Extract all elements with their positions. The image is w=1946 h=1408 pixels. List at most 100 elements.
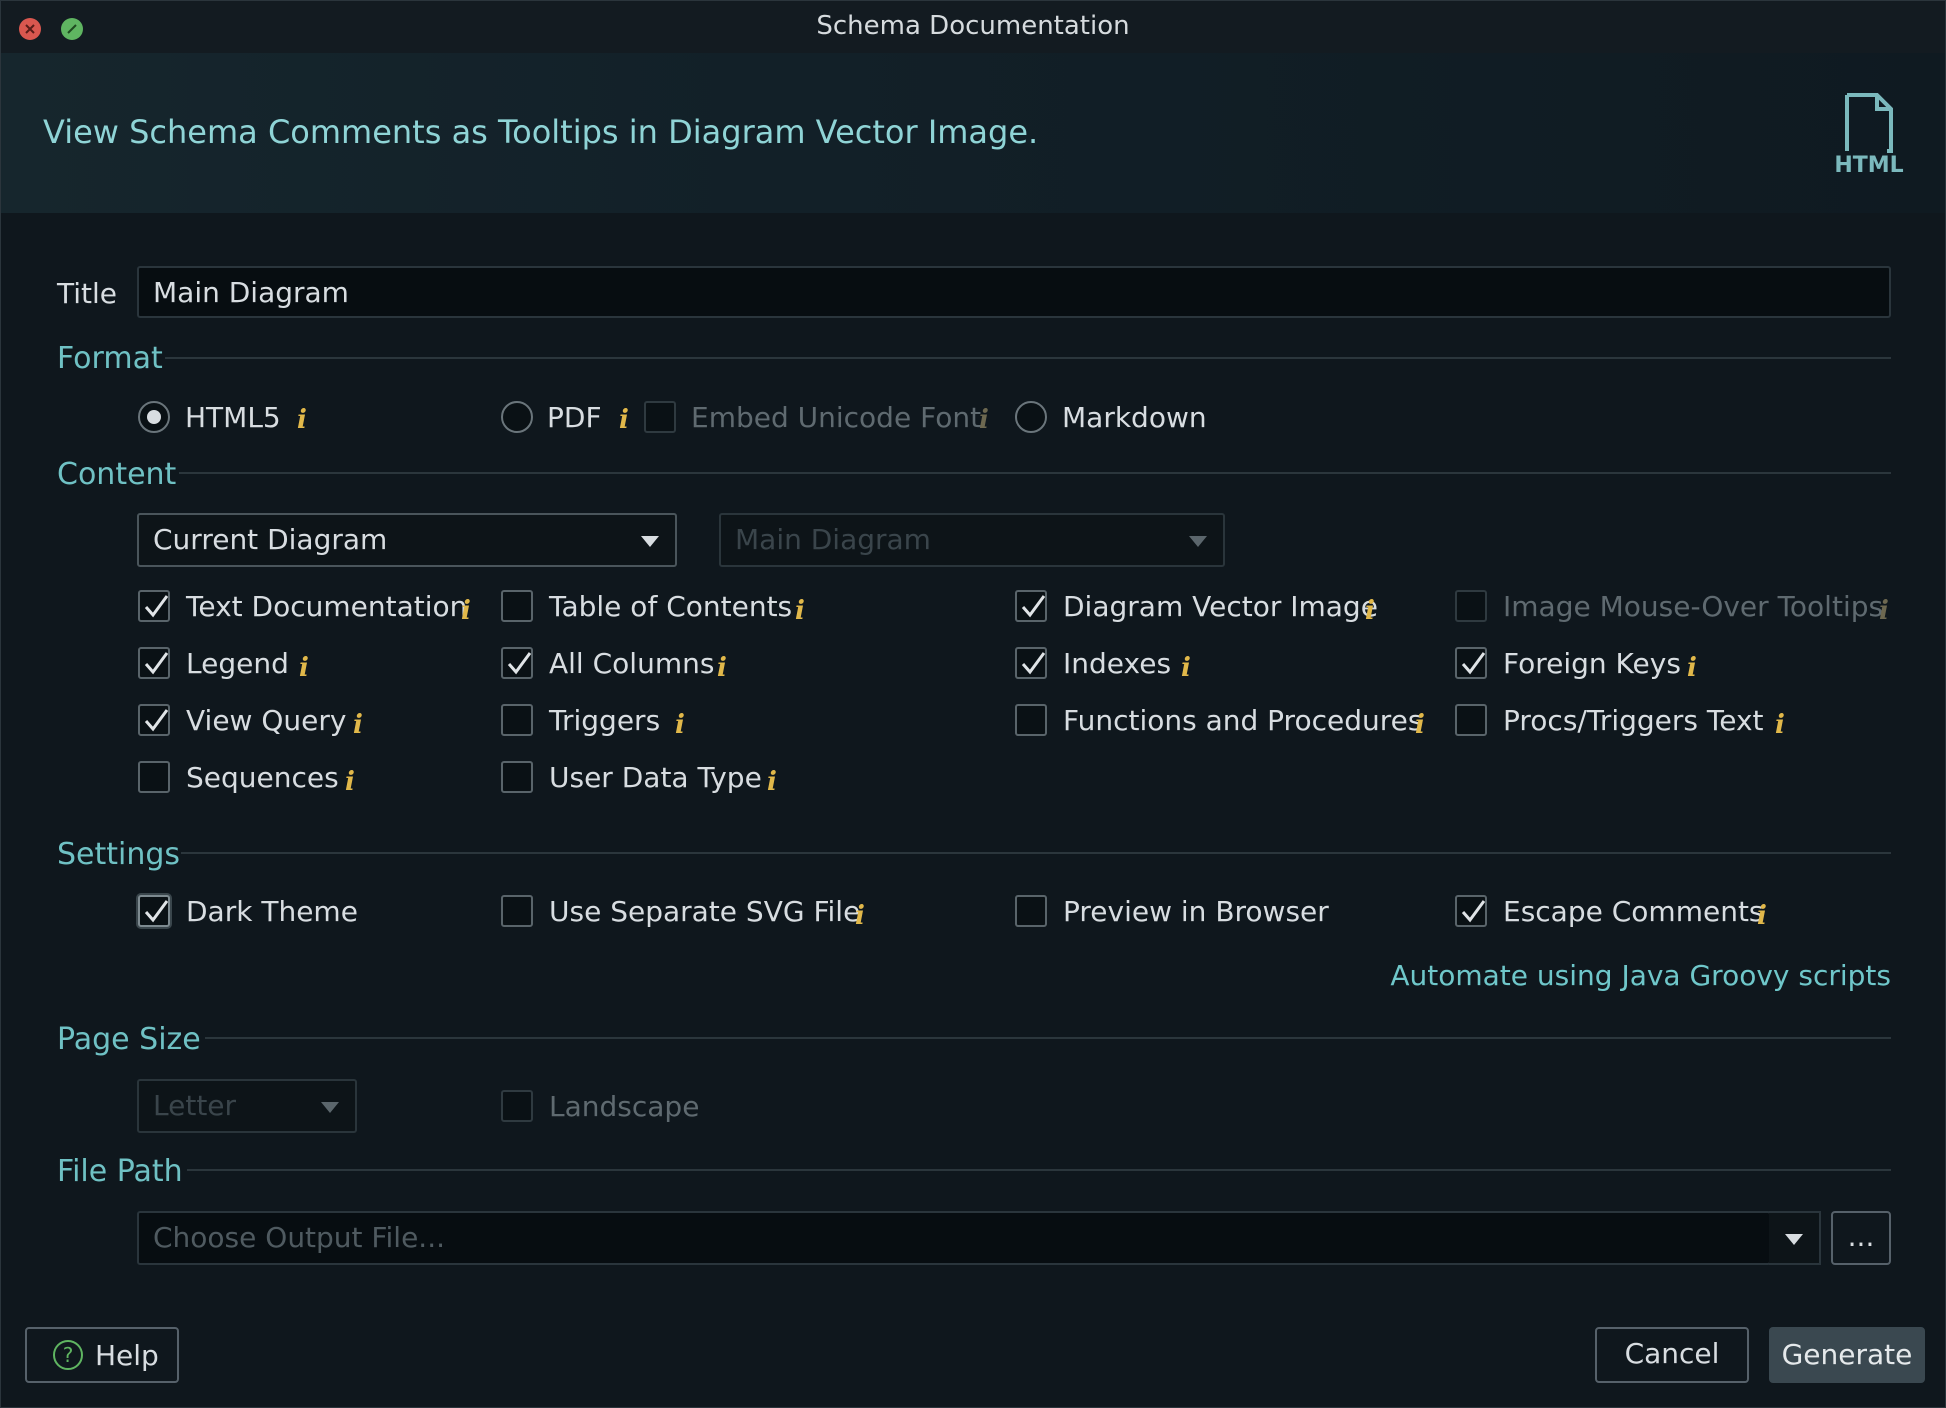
escape-comments-info-icon[interactable]: i (1757, 903, 1767, 929)
help-button[interactable]: ? Help (25, 1327, 179, 1383)
settings-divider (181, 852, 1891, 854)
foreign-keys-label: Foreign Keys (1503, 647, 1681, 680)
page-size-select[interactable]: Letter (137, 1079, 357, 1133)
triggers-checkbox[interactable] (501, 704, 533, 736)
indexes-info-icon[interactable]: i (1181, 655, 1191, 681)
view-query-info-icon[interactable]: i (353, 712, 363, 738)
pdf-info-icon[interactable]: i (619, 407, 629, 433)
generate-button[interactable]: Generate (1769, 1327, 1925, 1383)
use-separate-svg-file-label: Use Separate SVG File (549, 895, 861, 928)
title-input[interactable]: Main Diagram (137, 266, 1891, 318)
sequences-info-icon[interactable]: i (345, 769, 355, 795)
escape-comments-checkbox[interactable] (1455, 895, 1487, 927)
view-query-label: View Query (186, 704, 347, 737)
checkmark-icon (144, 900, 169, 923)
markdown-label: Markdown (1062, 401, 1207, 434)
pdf-radio[interactable] (501, 401, 533, 433)
procs-triggers-text-checkbox[interactable] (1455, 704, 1487, 736)
browse-file-button[interactable]: ... (1831, 1211, 1891, 1265)
view-query-checkbox[interactable] (138, 704, 170, 736)
page-size-value: Letter (153, 1089, 237, 1122)
user-data-type-label: User Data Type (549, 761, 762, 794)
help-button-label: Help (95, 1339, 159, 1372)
diagram-select[interactable]: Main Diagram (719, 513, 1225, 567)
checkmark-icon (144, 709, 169, 732)
checkmark-icon (1461, 652, 1486, 675)
diagram-vector-image-label: Diagram Vector Image (1063, 590, 1378, 623)
file-path-divider (187, 1169, 1891, 1171)
legend-info-icon[interactable]: i (299, 655, 309, 681)
table-of-contents-checkbox[interactable] (501, 590, 533, 622)
embed-unicode-font-info-icon[interactable]: i (979, 407, 989, 433)
html-icon-label: HTML (1834, 153, 1904, 178)
cancel-button[interactable]: Cancel (1595, 1327, 1749, 1383)
user-data-type-info-icon[interactable]: i (767, 769, 777, 795)
embed-unicode-font-checkbox[interactable] (644, 401, 676, 433)
dark-theme-checkbox[interactable] (138, 895, 170, 927)
text-documentation-checkbox[interactable] (138, 590, 170, 622)
image-mouse-over-tooltips-info-icon[interactable]: i (1879, 598, 1889, 624)
svg-text:?: ? (63, 1343, 74, 1367)
output-file-history-dropdown[interactable] (1769, 1211, 1821, 1265)
checkmark-icon (1021, 595, 1046, 618)
html5-info-icon[interactable]: i (297, 407, 307, 433)
html5-label: HTML5 (185, 401, 281, 434)
header-banner: View Schema Comments as Tooltips in Diag… (1, 53, 1945, 213)
checkmark-icon (507, 652, 532, 675)
use-separate-svg-file-checkbox[interactable] (501, 895, 533, 927)
markdown-radio[interactable] (1015, 401, 1047, 433)
page-size-divider (205, 1037, 1891, 1039)
image-mouse-over-tooltips-checkbox[interactable] (1455, 590, 1487, 622)
text-documentation-label: Text Documentation (186, 590, 468, 623)
functions-and-procedures-checkbox[interactable] (1015, 704, 1047, 736)
functions-and-procedures-info-icon[interactable]: i (1415, 712, 1425, 738)
content-section-title: Content (57, 457, 177, 492)
preview-in-browser-label: Preview in Browser (1063, 895, 1329, 928)
procs-triggers-text-info-icon[interactable]: i (1775, 712, 1785, 738)
triggers-label: Triggers (549, 704, 661, 737)
table-of-contents-info-icon[interactable]: i (795, 598, 805, 624)
indexes-checkbox[interactable] (1015, 647, 1047, 679)
indexes-label: Indexes (1063, 647, 1172, 680)
checkmark-icon (144, 595, 169, 618)
content-divider (179, 472, 1891, 474)
checkmark-icon (1461, 900, 1486, 923)
output-file-input[interactable]: Choose Output File... (137, 1211, 1771, 1265)
chevron-down-icon (641, 536, 659, 547)
embed-unicode-font-label: Embed Unicode Font (691, 401, 982, 434)
functions-and-procedures-label: Functions and Procedures (1063, 704, 1423, 737)
all-columns-info-icon[interactable]: i (717, 655, 727, 681)
chevron-down-icon (1785, 1234, 1803, 1245)
use-separate-svg-file-info-icon[interactable]: i (855, 903, 865, 929)
checkmark-icon (144, 652, 169, 675)
user-data-type-checkbox[interactable] (501, 761, 533, 793)
output-file-placeholder: Choose Output File... (153, 1221, 445, 1254)
window-title: Schema Documentation (816, 11, 1130, 41)
text-documentation-info-icon[interactable]: i (461, 598, 471, 624)
title-label: Title (57, 277, 118, 310)
pdf-label: PDF (547, 401, 602, 434)
landscape-checkbox[interactable] (501, 1090, 533, 1122)
diagram-vector-image-checkbox[interactable] (1015, 590, 1047, 622)
html5-radio[interactable] (138, 401, 170, 433)
foreign-keys-checkbox[interactable] (1455, 647, 1487, 679)
diagram-select-value: Main Diagram (735, 523, 931, 556)
foreign-keys-info-icon[interactable]: i (1687, 655, 1697, 681)
all-columns-label: All Columns (549, 647, 715, 680)
diagram-vector-image-info-icon[interactable]: i (1365, 598, 1375, 624)
preview-in-browser-checkbox[interactable] (1015, 895, 1047, 927)
image-mouse-over-tooltips-label: Image Mouse-Over Tooltips (1503, 590, 1884, 623)
legend-checkbox[interactable] (138, 647, 170, 679)
banner-description: View Schema Comments as Tooltips in Diag… (43, 113, 1039, 151)
content-scope-select[interactable]: Current Diagram (137, 513, 677, 567)
format-divider (165, 357, 1891, 359)
table-of-contents-label: Table of Contents (549, 590, 793, 623)
automate-groovy-link[interactable]: Automate using Java Groovy scripts (1390, 959, 1891, 992)
sequences-checkbox[interactable] (138, 761, 170, 793)
html-file-icon: HTML (1831, 91, 1907, 179)
triggers-info-icon[interactable]: i (675, 712, 685, 738)
file-path-section-title: File Path (57, 1154, 183, 1189)
page-size-section-title: Page Size (57, 1022, 201, 1057)
all-columns-checkbox[interactable] (501, 647, 533, 679)
procs-triggers-text-label: Procs/Triggers Text (1503, 704, 1764, 737)
